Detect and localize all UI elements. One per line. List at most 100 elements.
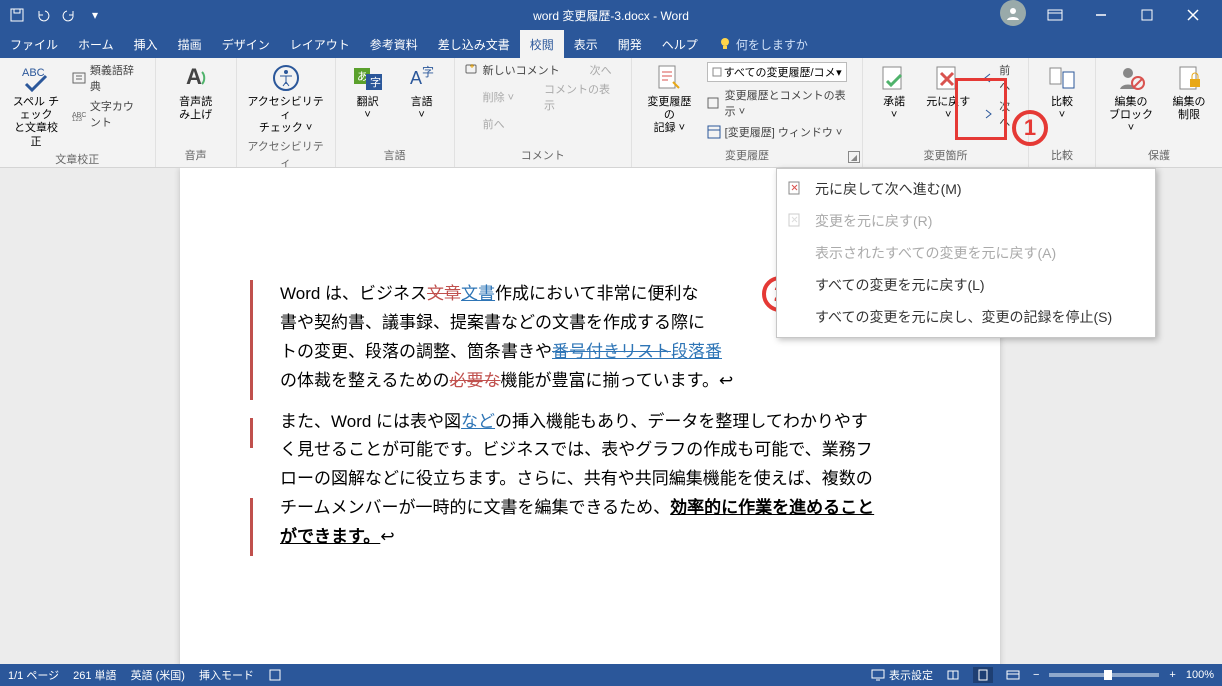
lightbulb-icon: [718, 37, 732, 51]
tab-home[interactable]: ホーム: [68, 30, 124, 58]
markup-icon: [707, 96, 721, 110]
autosave-icon[interactable]: [6, 4, 28, 26]
change-bar: [250, 280, 253, 400]
tab-layout[interactable]: レイアウト: [280, 30, 360, 58]
group-compare: 比較 ˅ 比較: [1029, 58, 1096, 167]
track-changes-icon: [653, 62, 685, 94]
view-web-icon[interactable]: [1003, 667, 1023, 683]
new-comment-button[interactable]: 新しいコメント: [465, 62, 560, 78]
close-icon[interactable]: [1170, 0, 1216, 30]
svg-text:A: A: [186, 64, 202, 89]
group-protect: 編集の ブロック ˅ 編集の 制限 保護: [1096, 58, 1222, 167]
compare-icon: [1046, 62, 1078, 94]
spelling-button[interactable]: ABC スペル チェック と文章校正: [10, 62, 62, 149]
user-avatar-icon[interactable]: [1000, 0, 1026, 26]
menu-reject-all-shown: 表示されたすべての変更を元に戻す(A): [777, 237, 1155, 269]
svg-text:A: A: [410, 68, 422, 88]
display-for-review-combo[interactable]: すべての変更履歴/コメ…▾: [707, 62, 847, 82]
prev-comment-button: 前へ: [465, 116, 505, 132]
titlebar: ▾ word 変更履歴-3.docx - Word: [0, 0, 1222, 30]
window-title: word 変更履歴-3.docx - Word: [533, 7, 689, 24]
svg-text:ABC: ABC: [22, 67, 45, 79]
reject-dropdown-menu: 元に戻して次へ進む(M) 変更を元に戻す(R) 表示されたすべての変更を元に戻す…: [776, 168, 1156, 338]
menu-reject-all-stop[interactable]: すべての変更を元に戻し、変更の記録を停止(S): [777, 301, 1155, 333]
group-proofing: ABC スペル チェック と文章校正 類義語辞典 ABC123文字カウント 文章…: [0, 58, 156, 167]
tab-references[interactable]: 参考資料: [360, 30, 428, 58]
thesaurus-icon: [72, 71, 86, 85]
group-language: あ字 翻訳 ˅ A字 言語 ˅ 言語: [336, 58, 455, 167]
track-changes-button[interactable]: 変更履歴の 記録 ˅: [642, 62, 697, 136]
tab-developer[interactable]: 開発: [608, 30, 652, 58]
wordcount-button[interactable]: ABC123文字カウント: [72, 98, 145, 130]
group-changes: 承諾 ˅ 元に戻す ˅ 前へ 次へ 変更箇所: [863, 58, 1029, 167]
language-button[interactable]: A字 言語 ˅: [400, 62, 444, 122]
tab-insert[interactable]: 挿入: [124, 30, 168, 58]
ribbon: ABC スペル チェック と文章校正 類義語辞典 ABC123文字カウント 文章…: [0, 58, 1222, 168]
view-read-icon[interactable]: [943, 667, 963, 683]
wordcount-icon: ABC123: [72, 107, 86, 121]
tracking-launcher-icon[interactable]: ◢: [848, 151, 860, 163]
zoom-slider[interactable]: [1049, 673, 1159, 677]
read-aloud-icon: A: [180, 62, 212, 94]
translate-button[interactable]: あ字 翻訳 ˅: [346, 62, 390, 122]
menu-reject-all[interactable]: すべての変更を元に戻す(L): [777, 269, 1155, 301]
prev-change-button[interactable]: 前へ: [981, 62, 1018, 94]
group-comments: 新しいコメント 次へ 削除 ˅ コメントの表示 前へ コメント: [455, 58, 632, 167]
accept-button[interactable]: 承諾 ˅: [873, 62, 915, 122]
show-comments-button: コメントの表示: [526, 81, 621, 113]
tell-me-label: 何をしますか: [736, 36, 808, 53]
delete-comment-button: 削除 ˅: [465, 81, 514, 113]
pane-icon: [707, 125, 721, 139]
menu-reject-next[interactable]: 元に戻して次へ進む(M): [777, 173, 1155, 205]
status-mode[interactable]: 挿入モード: [199, 667, 254, 683]
zoom-out-icon[interactable]: −: [1033, 669, 1039, 681]
prev-change-icon: [981, 71, 995, 85]
tab-file[interactable]: ファイル: [0, 30, 68, 58]
block-authors-icon: [1115, 62, 1147, 94]
status-macro-icon[interactable]: [268, 668, 282, 682]
reviewing-pane-button[interactable]: [変更履歴] ウィンドウ ˅: [707, 124, 852, 140]
combo-icon: [712, 66, 724, 78]
change-bar: [250, 498, 253, 556]
ribbon-options-icon[interactable]: [1032, 0, 1078, 30]
tell-me[interactable]: 何をしますか: [708, 30, 818, 58]
display-settings[interactable]: 表示設定: [871, 667, 933, 683]
status-language[interactable]: 英語 (米国): [131, 667, 185, 683]
group-speech: A 音声読 み上げ 音声: [156, 58, 237, 167]
reject-next-icon: [787, 180, 805, 198]
menu-reject-change: 変更を元に戻す(R): [777, 205, 1155, 237]
next-change-button[interactable]: 次へ: [981, 98, 1018, 130]
block-authors-button[interactable]: 編集の ブロック ˅: [1106, 62, 1156, 136]
restrict-editing-icon: [1173, 62, 1205, 94]
read-aloud-button[interactable]: A 音声読 み上げ: [166, 62, 226, 122]
tab-design[interactable]: デザイン: [212, 30, 280, 58]
redo-icon[interactable]: [58, 4, 80, 26]
accept-icon: [878, 62, 910, 94]
zoom-in-icon[interactable]: +: [1169, 669, 1175, 681]
restrict-editing-button[interactable]: 編集の 制限: [1166, 62, 1212, 122]
compare-button[interactable]: 比較 ˅: [1039, 62, 1085, 122]
qat-customize-icon[interactable]: ▾: [84, 4, 106, 26]
view-print-icon[interactable]: [973, 667, 993, 683]
status-page[interactable]: 1/1 ページ: [8, 667, 59, 683]
ribbon-tabs: ファイル ホーム 挿入 描画 デザイン レイアウト 参考資料 差し込み文書 校閲…: [0, 30, 1222, 58]
language-icon: A字: [406, 62, 438, 94]
tab-help[interactable]: ヘルプ: [652, 30, 708, 58]
status-words[interactable]: 261 単語: [73, 667, 116, 683]
thesaurus-button[interactable]: 類義語辞典: [72, 62, 145, 94]
show-markup-button[interactable]: 変更履歴とコメントの表示 ˅: [707, 87, 852, 119]
tab-view[interactable]: 表示: [564, 30, 608, 58]
tab-mailings[interactable]: 差し込み文書: [428, 30, 520, 58]
reject-button[interactable]: 元に戻す ˅: [925, 62, 971, 122]
tab-draw[interactable]: 描画: [168, 30, 212, 58]
next-change-icon: [981, 107, 995, 121]
minimize-icon[interactable]: [1078, 0, 1124, 30]
zoom-level[interactable]: 100%: [1186, 669, 1214, 681]
undo-icon[interactable]: [32, 4, 54, 26]
group-tracking: 変更履歴の 記録 ˅ すべての変更履歴/コメ…▾ 変更履歴とコメントの表示 ˅ …: [632, 58, 863, 167]
prev-icon: [465, 117, 479, 131]
tab-review[interactable]: 校閲: [520, 30, 564, 58]
accessibility-button[interactable]: アクセシビリティ チェック ˅: [247, 62, 325, 136]
maximize-icon[interactable]: [1124, 0, 1170, 30]
next-icon: [572, 63, 586, 77]
